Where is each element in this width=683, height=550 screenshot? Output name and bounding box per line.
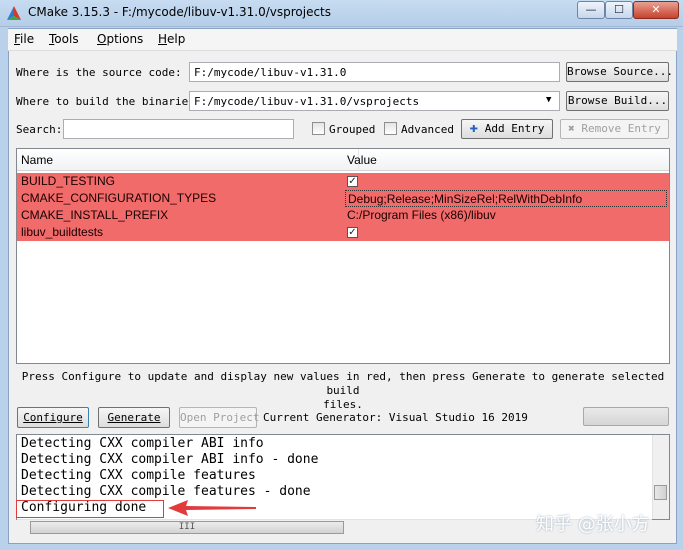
log-line: Detecting CXX compiler ABI info - done (21, 452, 319, 467)
table-row[interactable]: CMAKE_CONFIGURATION_TYPES Debug;Release;… (17, 190, 669, 207)
menu-tools[interactable]: Tools (49, 32, 79, 46)
search-label: Search: (16, 123, 63, 136)
cell-value[interactable]: Debug;Release;MinSizeRel;RelWithDebInfo (345, 190, 667, 207)
cmake-logo-icon (7, 6, 21, 20)
table-row[interactable]: CMAKE_INSTALL_PREFIX C:/Program Files (x… (17, 207, 669, 224)
current-generator-label: Current Generator: Visual Studio 16 2019 (263, 411, 528, 424)
checkbox-checked-icon[interactable]: ✓ (347, 176, 358, 187)
advanced-label: Advanced (401, 123, 454, 136)
build-label: Where to build the binaries: (16, 95, 202, 108)
close-button[interactable]: ✕ (633, 1, 679, 19)
search-input[interactable] (63, 119, 294, 139)
log-line: Detecting CXX compiler ABI info (21, 436, 264, 451)
watermark-text: 知乎 @张小方 (536, 514, 650, 535)
grouped-checkbox[interactable] (312, 122, 325, 135)
maximize-button[interactable]: ☐ (605, 1, 633, 19)
annotation-arrow-icon (168, 500, 256, 516)
cell-name: BUILD_TESTING (21, 174, 116, 188)
browse-source-button[interactable]: Browse Source... (566, 62, 673, 82)
table-row[interactable]: BUILD_TESTING ✓ (17, 173, 669, 190)
log-line: Detecting CXX compile features (21, 468, 256, 483)
horizontal-scroll-thumb[interactable]: III (30, 521, 344, 534)
column-header-value[interactable]: Value (347, 153, 377, 167)
menu-options[interactable]: Options (97, 32, 143, 46)
menu-help[interactable]: Help (158, 32, 185, 46)
hint-line: Press Configure to update and display ne… (21, 370, 665, 397)
window-title: CMake 3.15.3 - F:/mycode/libuv-v1.31.0/v… (28, 5, 332, 19)
progress-bar (583, 407, 669, 426)
remove-entry-label: Remove Entry (581, 122, 661, 135)
column-header-name[interactable]: Name (21, 153, 53, 167)
source-path-input[interactable]: F:/mycode/libuv-v1.31.0 (189, 62, 560, 82)
log-line: Detecting CXX compile features - done (21, 484, 311, 499)
cell-value[interactable]: C:/Program Files (x86)/libuv (345, 208, 667, 225)
add-entry-label: Add Entry (484, 122, 545, 135)
plus-icon: ✚ (469, 120, 479, 136)
vertical-scrollbar[interactable] (652, 435, 669, 519)
add-entry-button[interactable]: ✚ Add Entry (461, 119, 553, 139)
build-path-combobox[interactable]: F:/mycode/libuv-v1.31.0/vsprojects (189, 91, 560, 111)
menu-file[interactable]: File (14, 32, 34, 46)
generate-button[interactable]: Generate (98, 407, 170, 428)
open-project-button[interactable]: Open Project (179, 407, 259, 428)
annotation-highlight-box (16, 500, 164, 518)
table-header: Name Value (17, 149, 669, 171)
minimize-button[interactable]: — (577, 1, 605, 19)
browse-build-button[interactable]: Browse Build... (566, 91, 669, 111)
source-label: Where is the source code: (16, 66, 182, 79)
table-row[interactable]: libuv_buildtests ✓ (17, 224, 669, 241)
checkbox-checked-icon[interactable]: ✓ (347, 227, 358, 238)
chevron-down-icon[interactable]: ▼ (546, 95, 551, 105)
configure-button[interactable]: Configure (17, 407, 89, 428)
cell-name: CMAKE_CONFIGURATION_TYPES (21, 191, 217, 205)
grouped-label: Grouped (329, 123, 376, 136)
remove-entry-button[interactable]: ✖ Remove Entry (560, 119, 669, 139)
cell-name: libuv_buildtests (21, 225, 104, 239)
remove-x-icon: ✖ (568, 122, 575, 135)
vertical-scroll-thumb[interactable] (654, 485, 667, 500)
cell-name: CMAKE_INSTALL_PREFIX (21, 208, 169, 222)
advanced-checkbox[interactable] (384, 122, 397, 135)
configure-hint: Press Configure to update and display ne… (16, 370, 670, 412)
